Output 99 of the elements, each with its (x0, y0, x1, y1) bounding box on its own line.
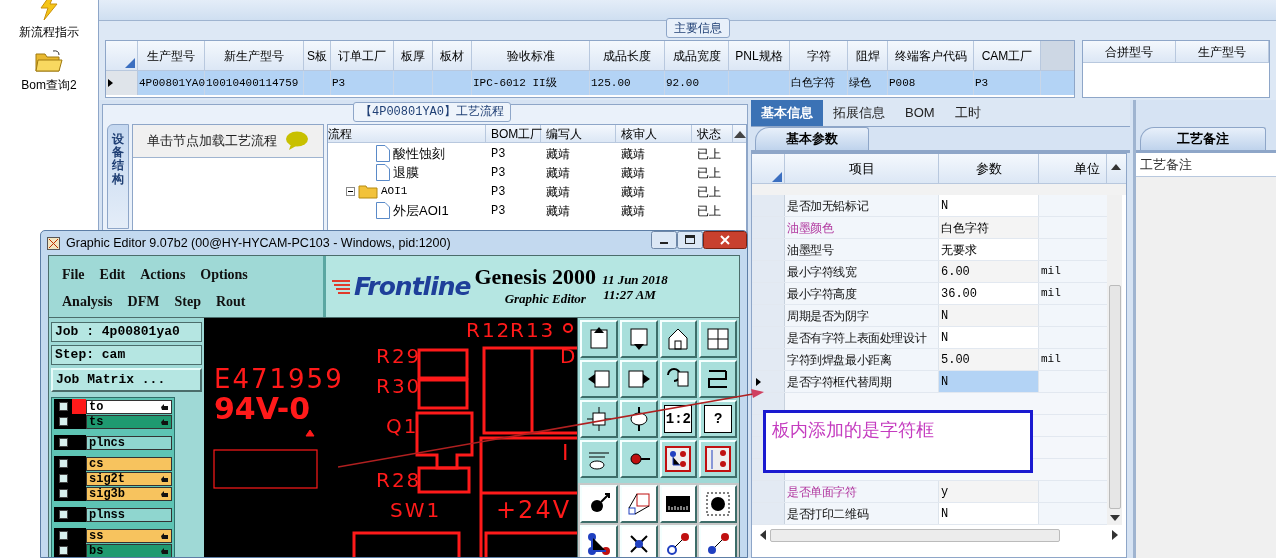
table-cell: mil (1039, 261, 1107, 282)
table-cell: 是否字符框代替周期 (785, 371, 939, 392)
column-header: 成品长度 (590, 41, 665, 70)
pcb-label: R13 (510, 320, 556, 340)
table-cell: P3 (491, 147, 506, 161)
column-header: 单位 (1039, 154, 1107, 183)
step-label: Step: cam (51, 345, 202, 365)
hint-text: 单击节点加载工艺流程 (147, 132, 277, 151)
table-cell: 油墨型号 (785, 239, 939, 260)
column-header: 生产型号 (138, 41, 205, 70)
table-cell: N (939, 327, 1039, 348)
pcb-label: 94V-0 (214, 394, 311, 424)
date-text: 11 Jun 2018 (602, 271, 668, 287)
table-cell-text: 白色字符 (791, 75, 835, 91)
table-cell: P3 (491, 204, 506, 218)
table-cell: 藏靖 (546, 165, 570, 180)
table-cell: mil (1039, 349, 1107, 370)
table-cell-text: P008 (889, 75, 916, 91)
table-cell: 藏靖 (546, 146, 570, 161)
column-header: 阻焊 (848, 41, 888, 70)
table-cell-text: 4P00801YA0 (139, 75, 205, 91)
pcb-label: SW1 (390, 500, 442, 520)
column-header: 验收标准 (472, 41, 590, 70)
column-header: 生产型号 (1176, 41, 1269, 62)
pcb-label: R12 (466, 320, 512, 340)
table-cell-text: P3 (332, 75, 346, 91)
column-header: 新生产型号 (205, 41, 304, 70)
column-header: 字符 (790, 41, 848, 70)
pcb-label: R29 (376, 346, 422, 366)
pcb-label: I (562, 442, 571, 464)
column-header: 项目 (785, 154, 939, 183)
table-cell: 5.00 (939, 349, 1039, 370)
pcb-label: D (560, 346, 577, 366)
table-cell: mil (1039, 283, 1107, 304)
table-cell: 藏靖 (621, 146, 645, 161)
job-label: Job : 4p00801ya0 (51, 322, 202, 342)
column-header: 编写人 (541, 125, 616, 142)
table-cell: 是否有字符上表面处理设计 (785, 327, 939, 348)
column-header: PNL规格 (729, 41, 790, 70)
table-cell: 是否单面字符 (785, 481, 939, 502)
column-header: 板厚 (394, 41, 433, 70)
column-header: 工艺备注 (1140, 155, 1192, 174)
window-title: Graphic Editor 9.07b2 (00@HY-HYCAM-PC103 - Windows, pid:1200) (66, 234, 451, 252)
pcb-label: E471959 (214, 366, 344, 392)
table-cell: 已上 (697, 146, 721, 161)
table-cell-text: P3 (975, 75, 989, 91)
table-cell: 白色字符 (939, 217, 1039, 238)
pcb-label: R30 (376, 376, 422, 396)
column-header: S板 (304, 41, 331, 70)
table-cell-text: 绿色 (849, 75, 871, 91)
table-cell: 藏靖 (546, 203, 570, 218)
table-cell: N (939, 371, 1039, 392)
column-header: 参数 (939, 154, 1039, 183)
table-cell: 字符到焊盘最小距离 (785, 349, 939, 370)
pcb-label: +24V (496, 498, 572, 522)
column-header: 订单工厂 (331, 41, 394, 70)
table-cell: 油墨颜色 (785, 217, 939, 238)
column-header: 成品宽度 (665, 41, 729, 70)
table-cell: 最小字符线宽 (785, 261, 939, 282)
table-cell: N (939, 305, 1039, 326)
table-cell: 是否打印二维码 (785, 503, 939, 524)
table-cell: 周期是否为阴字 (785, 305, 939, 326)
logo-text: Frontline (354, 270, 471, 303)
table-cell: P3 (491, 185, 506, 199)
group-title: 【4P00801YA0】工艺流程 (353, 102, 511, 122)
table-cell: 是否加无铅标记 (785, 195, 939, 216)
pcb-label: Q1 (386, 416, 419, 436)
table-cell-text: 10010400114759 (206, 75, 299, 91)
table-cell: 藏靖 (621, 165, 645, 180)
annotation-tooltip: 板内添加的是字符框 (763, 410, 1033, 473)
table-cell: 无要求 (939, 239, 1039, 260)
table-cell: 已上 (697, 203, 721, 218)
table-cell: y (939, 481, 1039, 502)
column-header: 核审人 (616, 125, 692, 142)
column-header: 合拼型号 (1083, 41, 1176, 62)
table-cell: N (939, 503, 1039, 524)
table-cell: 36.00 (939, 283, 1039, 304)
table-cell-text: IPC-6012 II级 (473, 75, 557, 91)
table-cell-text: 92.00 (666, 75, 699, 91)
column-header: BOM工厂 (486, 125, 541, 142)
table-cell: 最小字符高度 (785, 283, 939, 304)
column-header: 状态 (692, 125, 733, 142)
table-cell: P3 (491, 166, 506, 180)
table-cell-text: 125.00 (591, 75, 631, 91)
table-cell: 藏靖 (621, 203, 645, 218)
product-subtitle: Graphic Editor (504, 289, 586, 308)
group-title: 主要信息 (666, 18, 730, 38)
column-header: 板材 (433, 41, 472, 70)
table-cell: 6.00 (939, 261, 1039, 282)
pcb-label: R28 (376, 470, 422, 490)
time-text: 11:27 AM (603, 286, 656, 302)
column-header: 流程 (328, 125, 486, 142)
table-cell: N (939, 195, 1039, 216)
column-header: 终端客户代码 (888, 41, 974, 70)
table-cell: 藏靖 (546, 184, 570, 199)
table-cell: 已上 (697, 165, 721, 180)
product-name: Genesis 2000 (474, 264, 597, 289)
table-cell: 已上 (697, 184, 721, 199)
table-cell: 藏靖 (621, 184, 645, 199)
